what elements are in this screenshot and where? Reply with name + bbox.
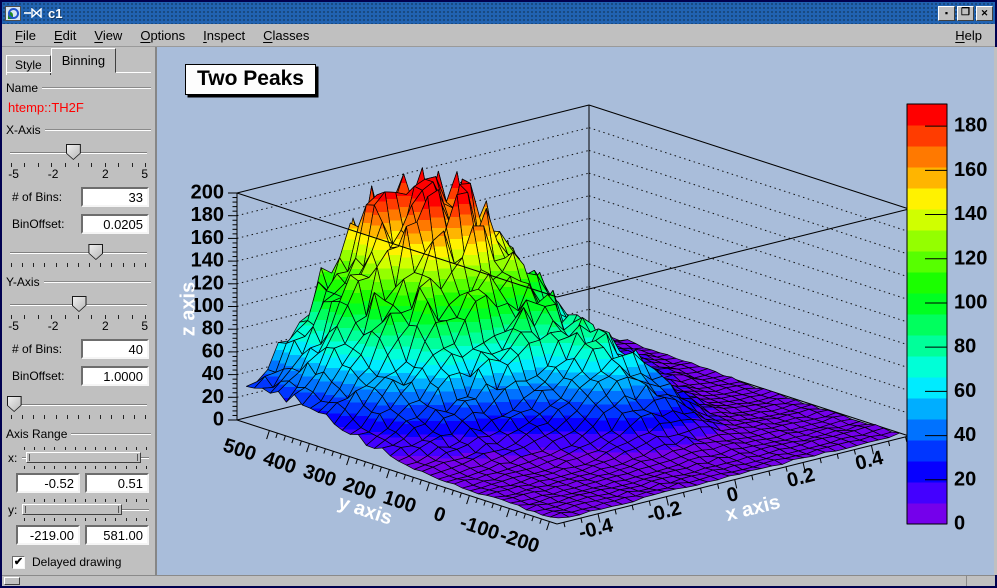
menu-view[interactable]: View bbox=[85, 26, 131, 45]
menu-edit[interactable]: Edit bbox=[45, 26, 85, 45]
axis-range-group: Axis Range bbox=[6, 427, 151, 441]
maximize-button[interactable]: ❐ bbox=[957, 6, 974, 21]
x-range-label: x: bbox=[8, 451, 22, 465]
x-offset-slider-thumb[interactable] bbox=[88, 244, 103, 260]
close-button[interactable]: ✕ bbox=[976, 6, 993, 21]
y-range-min-input[interactable] bbox=[16, 525, 80, 545]
menu-inspect[interactable]: Inspect bbox=[194, 26, 254, 45]
y-axis-group: Y-Axis bbox=[6, 275, 151, 289]
y-bins-slider-thumb[interactable] bbox=[72, 296, 87, 312]
x-offset-slider[interactable] bbox=[8, 244, 149, 262]
plot-title-box[interactable]: Two Peaks bbox=[185, 64, 316, 95]
y-range-slider-bar[interactable] bbox=[22, 504, 122, 515]
y-range-max-input[interactable] bbox=[85, 525, 149, 545]
y-bins-slider-tick-labels: -5 -2 2 5 bbox=[8, 319, 149, 332]
delayed-drawing-label: Delayed drawing bbox=[32, 555, 121, 569]
x-axis-group: X-Axis bbox=[6, 123, 151, 137]
x-offset-input[interactable] bbox=[81, 214, 149, 234]
histogram-editor-panel: Style Binning Name htemp::TH2F X-Axis -5 bbox=[2, 47, 157, 575]
tab-binning[interactable]: Binning bbox=[51, 48, 116, 73]
axis-range-label: Axis Range bbox=[6, 427, 67, 441]
bottom-scrollbar-thumb[interactable] bbox=[4, 577, 20, 585]
name-group: Name bbox=[6, 81, 151, 95]
y-offset-input[interactable] bbox=[81, 366, 149, 386]
y-offset-slider-ticks bbox=[8, 415, 149, 419]
pin-icon[interactable] bbox=[24, 8, 43, 18]
window-title: c1 bbox=[48, 6, 62, 21]
x-bins-slider[interactable] bbox=[8, 144, 149, 162]
x-offset-field-label: BinOffset: bbox=[12, 217, 64, 231]
y-offset-slider[interactable] bbox=[8, 396, 149, 414]
x-bins-slider-tick-labels: -5 -2 2 5 bbox=[8, 167, 149, 180]
x-bins-input[interactable] bbox=[81, 187, 149, 207]
y-range-label: y: bbox=[8, 503, 22, 517]
plot-canvas-area: Two Peaks bbox=[157, 47, 997, 575]
y-axis-label: Y-Axis bbox=[6, 275, 40, 289]
x-bins-slider-thumb[interactable] bbox=[66, 144, 81, 160]
plot-canvas[interactable] bbox=[157, 47, 994, 577]
editor-tabs: Style Binning bbox=[6, 49, 151, 73]
x-range-slider[interactable] bbox=[22, 447, 149, 469]
y-bins-field-label: # of Bins: bbox=[12, 342, 62, 356]
x-range-max-input[interactable] bbox=[85, 473, 149, 493]
delayed-drawing-checkbox[interactable]: ✔ bbox=[12, 556, 25, 569]
y-bins-slider[interactable] bbox=[8, 296, 149, 314]
name-label: Name bbox=[6, 81, 38, 95]
titlebar[interactable]: c1 ▪ ❐ ✕ bbox=[2, 2, 995, 24]
menu-classes[interactable]: Classes bbox=[254, 26, 318, 45]
x-axis-label: X-Axis bbox=[6, 123, 41, 137]
menu-file[interactable]: File bbox=[6, 26, 45, 45]
y-offset-field-label: BinOffset: bbox=[12, 369, 64, 383]
app-icon[interactable] bbox=[5, 6, 21, 21]
histogram-name: htemp::TH2F bbox=[8, 100, 151, 115]
x-offset-slider-ticks bbox=[8, 263, 149, 267]
y-range-slider[interactable] bbox=[22, 499, 149, 521]
menu-help[interactable]: Help bbox=[946, 26, 991, 45]
bottom-scrollbar[interactable] bbox=[2, 575, 995, 586]
x-bins-field-label: # of Bins: bbox=[12, 190, 62, 204]
tab-style[interactable]: Style bbox=[6, 55, 51, 75]
root-canvas-window: c1 ▪ ❐ ✕ File Edit View Options Inspect … bbox=[0, 0, 997, 588]
y-bins-input[interactable] bbox=[81, 339, 149, 359]
x-range-slider-bar[interactable] bbox=[26, 452, 142, 463]
menubar: File Edit View Options Inspect Classes H… bbox=[2, 24, 995, 47]
minimize-button[interactable]: ▪ bbox=[938, 6, 955, 21]
menu-options[interactable]: Options bbox=[131, 26, 194, 45]
y-offset-slider-thumb[interactable] bbox=[7, 396, 22, 412]
x-range-min-input[interactable] bbox=[16, 473, 80, 493]
